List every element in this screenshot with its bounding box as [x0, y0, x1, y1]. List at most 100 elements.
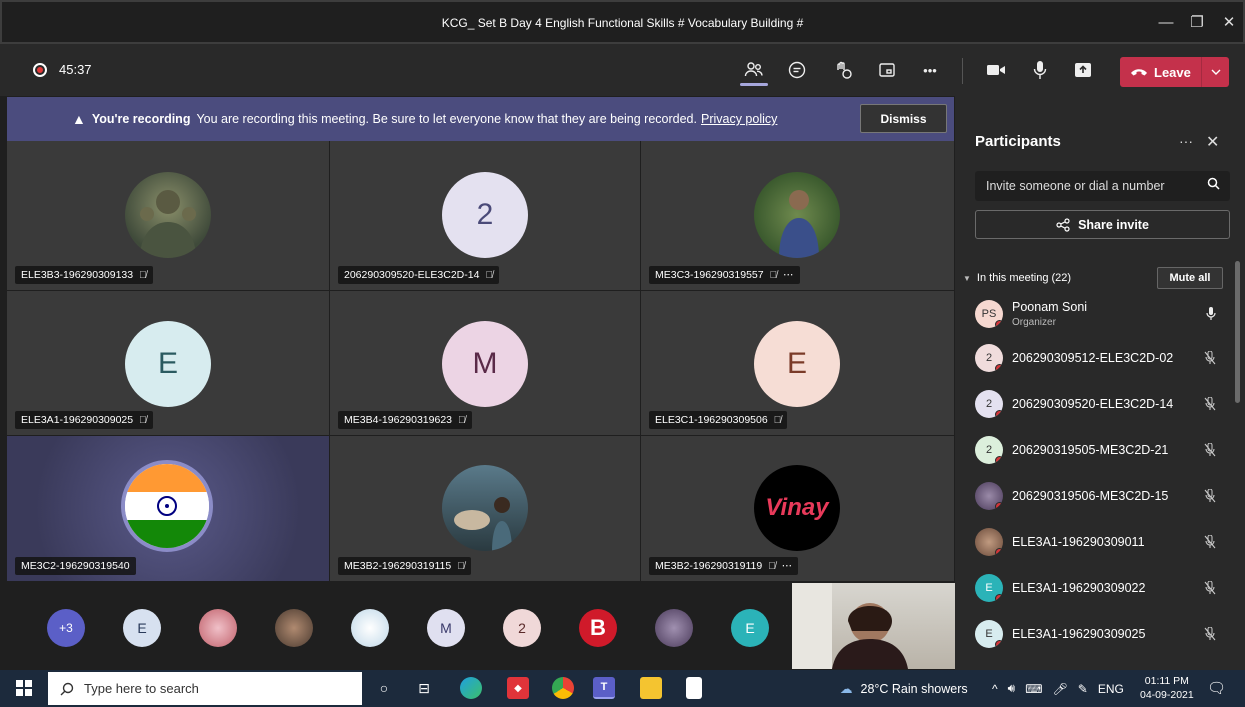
- privacy-policy-link[interactable]: Privacy policy: [701, 112, 777, 126]
- language-indicator[interactable]: ENG: [1098, 682, 1124, 696]
- overflow-participants-button[interactable]: +3: [47, 609, 85, 647]
- strip-avatar[interactable]: E: [731, 609, 769, 647]
- chevron-up-icon[interactable]: ^: [992, 682, 998, 696]
- mute-all-button[interactable]: Mute all: [1157, 267, 1223, 289]
- strip-photo[interactable]: [199, 609, 237, 647]
- share-content-button[interactable]: [1069, 56, 1097, 84]
- participant-row[interactable]: 2 206290309520-ELE3C2D-14: [975, 385, 1230, 425]
- self-video-preview[interactable]: [792, 583, 957, 669]
- participant-row[interactable]: ELE3A1-196290309011: [975, 523, 1230, 563]
- search-icon: [60, 682, 74, 695]
- mic-off-icon: 🎙̸: [768, 560, 776, 572]
- strip-photo[interactable]: [655, 609, 693, 647]
- recording-banner-message: You are recording this meeting. Be sure …: [196, 112, 697, 126]
- participant-row[interactable]: PS Poonam Soni Organizer: [975, 295, 1230, 335]
- task-view-icon[interactable]: ⊟: [413, 677, 435, 699]
- window-title: KCG_ Set B Day 4 English Functional Skil…: [441, 16, 804, 30]
- participant-nametag: ME3B2-196290319119 🎙̸ ⋯: [649, 557, 799, 575]
- file-explorer-icon[interactable]: [640, 677, 662, 699]
- hang-up-icon: [1131, 69, 1147, 76]
- active-tab-indicator: [740, 83, 768, 86]
- video-tile[interactable]: 2 206290309520-ELE3C2D-14 🎙̸: [330, 141, 640, 290]
- taskbar-search-input[interactable]: Type here to search: [48, 672, 362, 705]
- participant-avatar: 2: [442, 172, 528, 258]
- show-participants-button[interactable]: [740, 56, 768, 84]
- camera-button[interactable]: [982, 56, 1010, 84]
- strip-photo[interactable]: [275, 609, 313, 647]
- strip-avatar[interactable]: M: [427, 609, 465, 647]
- participant-photo: [121, 460, 213, 552]
- anydesk-icon[interactable]: ◆: [507, 677, 529, 699]
- volume-icon[interactable]: 🔊︎: [1008, 681, 1016, 696]
- strip-avatar[interactable]: E: [123, 609, 161, 647]
- cloud-rain-icon: ☁: [840, 682, 853, 696]
- leave-button[interactable]: Leave: [1120, 57, 1229, 87]
- video-tile[interactable]: ME3B2-196290319115 🎙̸: [330, 436, 640, 581]
- chrome-icon[interactable]: [552, 677, 574, 699]
- participant-row[interactable]: E ELE3A1-196290309025: [975, 615, 1230, 655]
- invite-search-input[interactable]: Invite someone or dial a number: [975, 171, 1230, 201]
- keyboard-icon[interactable]: ⌨: [1025, 682, 1042, 696]
- participant-name: 206290319505-ME3C2D-21: [1012, 443, 1169, 457]
- in-meeting-section-toggle[interactable]: ▼ In this meeting (22): [963, 272, 1071, 284]
- video-tile[interactable]: ME3C3-196290319557 🎙̸ ⋯: [641, 141, 954, 290]
- microphone-tray-icon[interactable]: 🎤︎: [1053, 682, 1068, 696]
- strip-avatar[interactable]: B: [579, 609, 617, 647]
- pen-icon[interactable]: ✎: [1078, 682, 1088, 696]
- participant-name: ELE3A1-196290309025: [1012, 627, 1146, 641]
- windows-start-icon[interactable]: [16, 680, 32, 696]
- toolbar-divider: [962, 58, 963, 84]
- dismiss-button[interactable]: Dismiss: [860, 104, 947, 133]
- mic-off-icon: [1204, 350, 1216, 368]
- participant-avatar: 2: [975, 344, 1003, 372]
- strip-photo[interactable]: [351, 609, 389, 647]
- tile-more-icon[interactable]: ⋯: [782, 560, 793, 572]
- mic-off-icon: [1204, 534, 1216, 552]
- participant-name: ELE3A1-196290309022: [1012, 581, 1146, 595]
- video-tile-speaking[interactable]: ME3C2-196290319540: [7, 436, 329, 581]
- reactions-button[interactable]: [829, 56, 857, 84]
- show-chat-button[interactable]: [783, 56, 811, 84]
- mic-off-icon: [1204, 488, 1216, 506]
- participant-logo: Vinay: [754, 465, 840, 551]
- participant-photo: [975, 482, 1003, 510]
- close-window-button[interactable]: ✕: [1218, 12, 1240, 34]
- taskbar-clock[interactable]: 01:11 PM 04-09-2021: [1140, 674, 1194, 702]
- video-tile[interactable]: M ME3B4-196290319623 🎙̸: [330, 291, 640, 435]
- maximize-button[interactable]: ❐: [1186, 12, 1208, 34]
- participant-photo: [975, 528, 1003, 556]
- panel-more-options-button[interactable]: ···: [1179, 133, 1193, 149]
- panel-scrollbar[interactable]: [1235, 261, 1240, 403]
- notification-center-icon[interactable]: 🗨︎: [1207, 679, 1226, 697]
- video-tile[interactable]: ELE3B3-196290309133 🎙̸: [7, 141, 329, 290]
- title-bar: KCG_ Set B Day 4 English Functional Skil…: [0, 0, 1245, 44]
- participant-row[interactable]: 2 206290319505-ME3C2D-21: [975, 431, 1230, 471]
- participant-avatar: E: [754, 321, 840, 407]
- mic-on-icon: [1206, 307, 1216, 324]
- participant-avatar: PS: [975, 300, 1003, 328]
- strip-avatar[interactable]: 2: [503, 609, 541, 647]
- video-tile[interactable]: E ELE3C1-196290309506 🎙̸: [641, 291, 954, 435]
- participant-name: ELE3A1-196290309011: [1012, 535, 1145, 549]
- cortana-icon[interactable]: ○: [373, 677, 395, 699]
- tile-more-icon[interactable]: ⋯: [783, 269, 794, 281]
- more-actions-button[interactable]: •••: [916, 56, 944, 84]
- leave-options-dropdown[interactable]: [1201, 57, 1229, 87]
- notepad-icon[interactable]: [686, 677, 702, 699]
- video-tile[interactable]: Vinay ME3B2-196290319119 🎙̸ ⋯: [641, 436, 954, 581]
- edge-browser-icon[interactable]: [460, 677, 482, 699]
- rooms-button[interactable]: [873, 56, 901, 84]
- participant-row[interactable]: 206290319506-ME3C2D-15: [975, 477, 1230, 517]
- teams-icon[interactable]: T: [593, 677, 615, 699]
- panel-close-button[interactable]: ✕: [1206, 132, 1219, 152]
- weather-widget[interactable]: ☁ 28°C Rain showers: [840, 681, 968, 697]
- participant-row[interactable]: E ELE3A1-196290309022: [975, 569, 1230, 609]
- participant-nametag: ELE3A1-196290309025 🎙̸: [15, 411, 153, 429]
- video-grid: ELE3B3-196290309133 🎙̸ 2 206290309520-ELE…: [7, 141, 954, 581]
- share-invite-button[interactable]: Share invite: [975, 210, 1230, 239]
- participant-row[interactable]: 2 206290309512-ELE3C2D-02: [975, 339, 1230, 379]
- microphone-button[interactable]: [1026, 56, 1054, 84]
- mic-off-icon: 🎙̸: [458, 414, 466, 426]
- minimize-button[interactable]: —: [1155, 12, 1177, 34]
- video-tile[interactable]: E ELE3A1-196290309025 🎙̸: [7, 291, 329, 435]
